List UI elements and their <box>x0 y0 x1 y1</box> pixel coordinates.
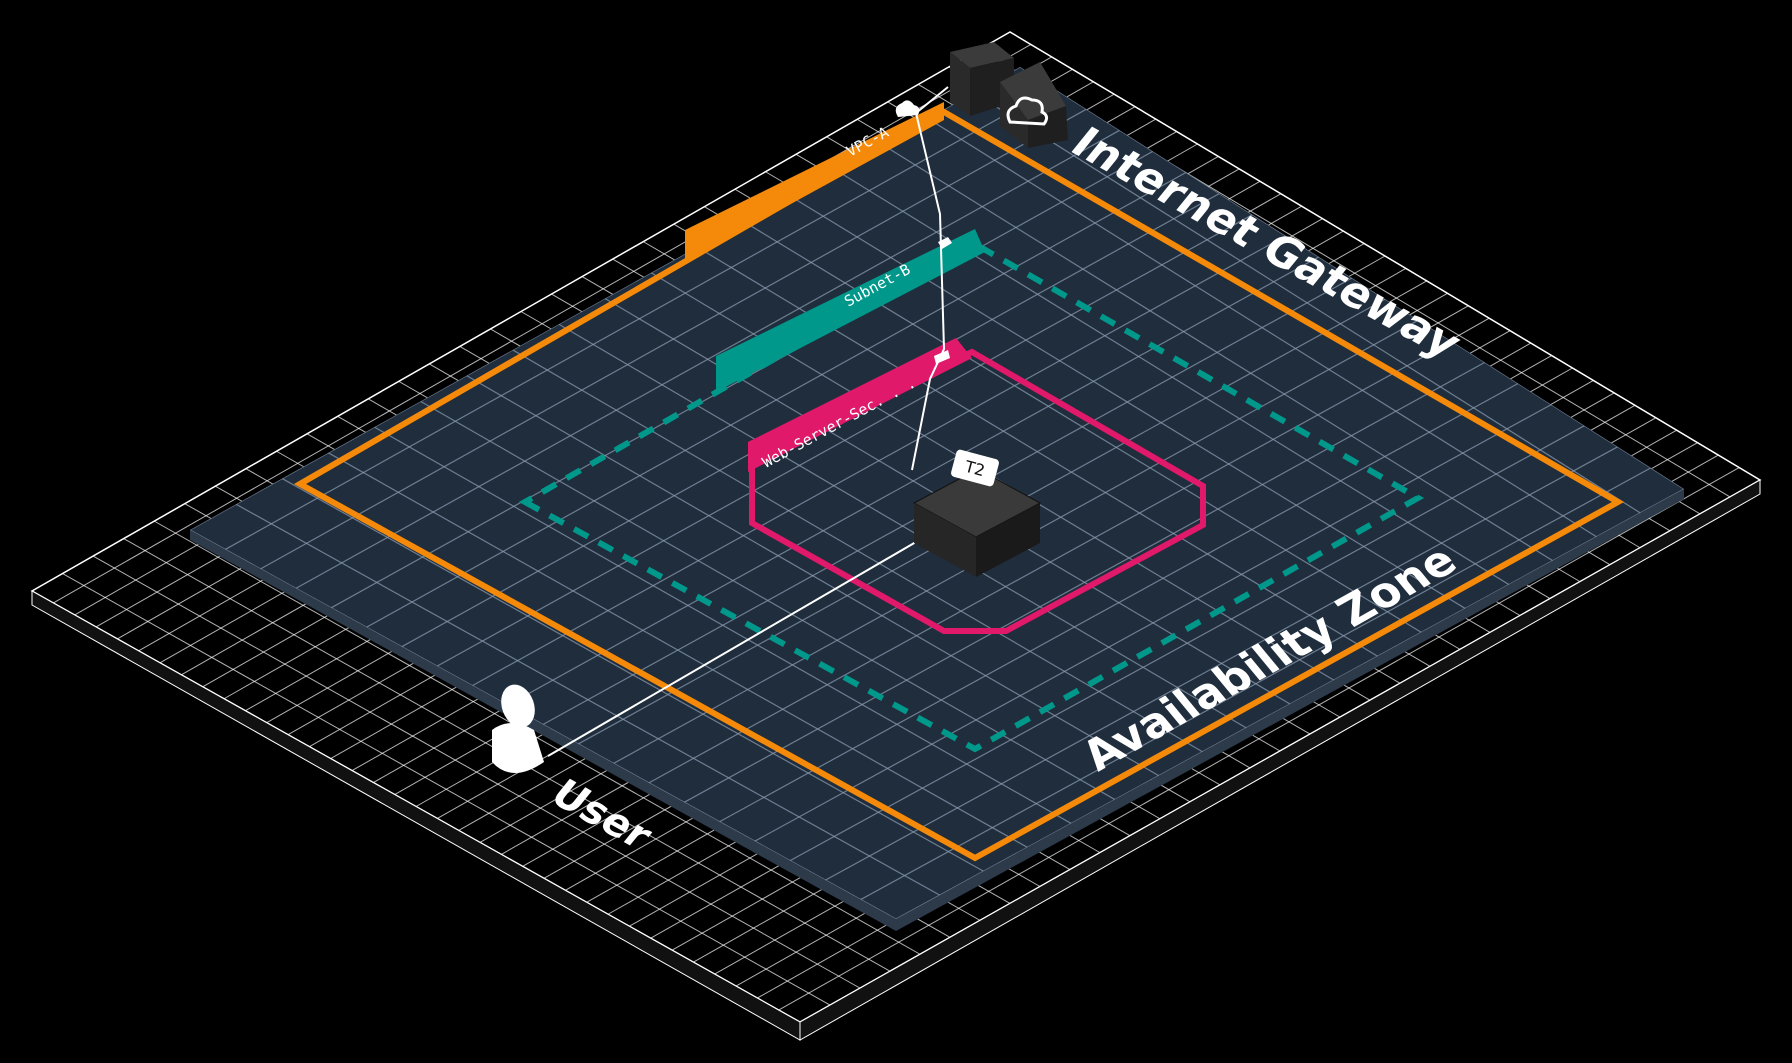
isometric-diagram: VPC-A Subnet-B Web-Server-Sec. . . T2 In… <box>30 31 1762 1041</box>
